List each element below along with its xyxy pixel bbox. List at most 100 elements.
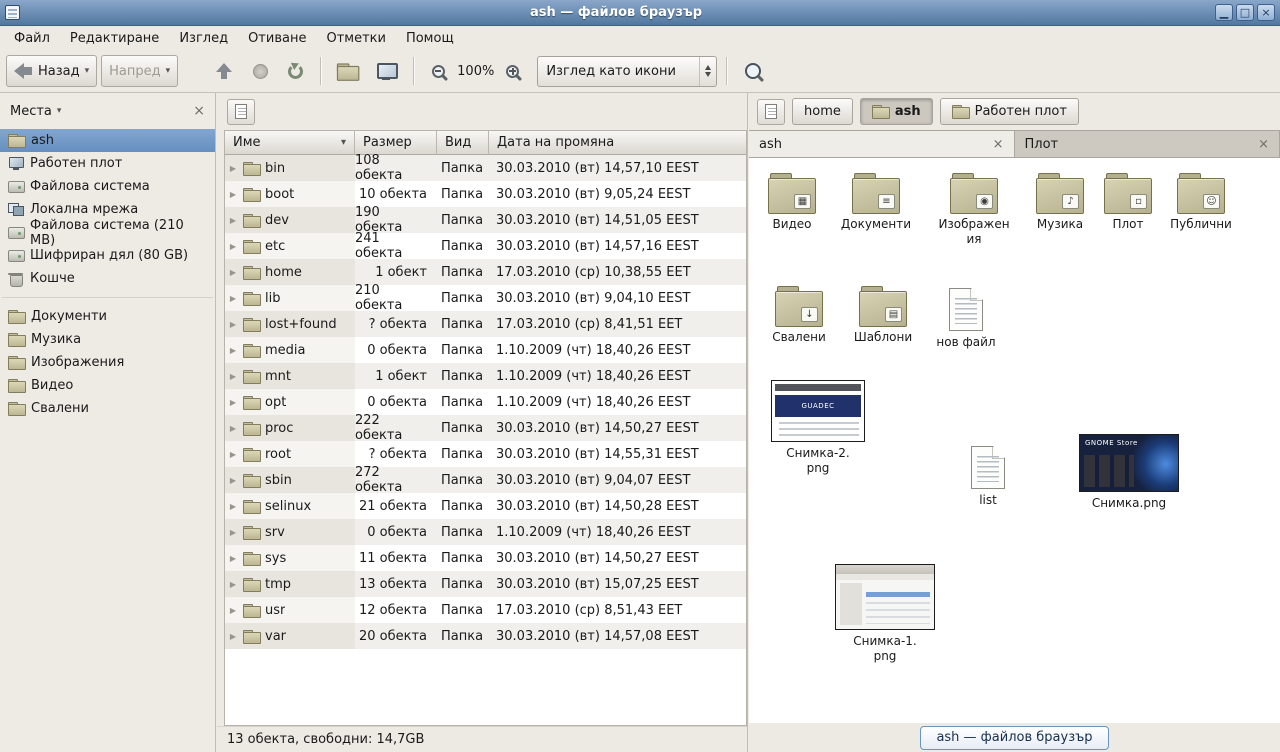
sidebar-title[interactable]: Места: [10, 104, 52, 119]
table-row[interactable]: ▶etc241 обектаПапка30.03.2010 (вт) 14,57…: [225, 233, 746, 259]
column-header[interactable]: Дата на промяна: [489, 131, 746, 155]
close-button[interactable]: ×: [1257, 4, 1275, 21]
sidebar-item[interactable]: Кошче: [0, 267, 215, 290]
table-row[interactable]: ▶mnt1 обектПапка1.10.2009 (чт) 18,40,26 …: [225, 363, 746, 389]
sidebar-close-button[interactable]: ×: [193, 103, 205, 119]
column-header[interactable]: Размер: [355, 131, 437, 155]
icon-item[interactable]: ☺Публични: [1161, 173, 1241, 232]
expander-icon[interactable]: ▶: [228, 398, 238, 407]
table-row[interactable]: ▶srv0 обектаПапка1.10.2009 (чт) 18,40,26…: [225, 519, 746, 545]
table-row[interactable]: ▶selinux21 обектаПапка30.03.2010 (вт) 14…: [225, 493, 746, 519]
icon-item[interactable]: Снимка-1.png: [833, 564, 937, 664]
expander-icon[interactable]: ▶: [228, 294, 238, 303]
expander-icon[interactable]: ▶: [228, 190, 238, 199]
expander-icon[interactable]: ▶: [228, 216, 238, 225]
menu-item[interactable]: Файл: [4, 28, 60, 49]
table-row[interactable]: ▶lost+found? обектаПапка17.03.2010 (ср) …: [225, 311, 746, 337]
table-row[interactable]: ▶var20 обектаПапка30.03.2010 (вт) 14,57,…: [225, 623, 746, 649]
sidebar-item[interactable]: Видео: [0, 374, 215, 397]
pane-location-button[interactable]: [757, 99, 785, 125]
expander-icon[interactable]: ▶: [228, 606, 238, 615]
icon-item[interactable]: ▫Плот: [1088, 173, 1168, 232]
icon-item[interactable]: list: [948, 446, 1028, 508]
menu-item[interactable]: Помощ: [396, 28, 464, 49]
table-row[interactable]: ▶sbin272 обектаПапка30.03.2010 (вт) 9,04…: [225, 467, 746, 493]
sidebar-item[interactable]: Файлова система (210 MB): [0, 221, 215, 244]
expander-icon[interactable]: ▶: [228, 502, 238, 511]
tab-close-icon[interactable]: ×: [1258, 137, 1269, 152]
table-row[interactable]: ▶home1 обектПапка17.03.2010 (ср) 10,38,5…: [225, 259, 746, 285]
expander-icon[interactable]: ▶: [228, 164, 238, 173]
tab[interactable]: ash×: [749, 131, 1015, 157]
date-cell: 17.03.2010 (ср) 8,41,51 EET: [489, 311, 746, 337]
table-row[interactable]: ▶sys11 обектаПапка30.03.2010 (вт) 14,50,…: [225, 545, 746, 571]
table-row[interactable]: ▶usr12 обектаПапка17.03.2010 (ср) 8,51,4…: [225, 597, 746, 623]
expander-icon[interactable]: ▶: [228, 528, 238, 537]
expander-icon[interactable]: ▶: [228, 580, 238, 589]
sidebar-item[interactable]: Изображения: [0, 351, 215, 374]
icon-item[interactable]: нов файл: [926, 288, 1006, 350]
table-row[interactable]: ▶media0 обектаПапка1.10.2009 (чт) 18,40,…: [225, 337, 746, 363]
maximize-button[interactable]: □: [1236, 4, 1254, 21]
icon-item[interactable]: ≡Документи: [836, 173, 916, 232]
expander-icon[interactable]: ▶: [228, 372, 238, 381]
icon-item[interactable]: ▤Шаблони: [843, 286, 923, 345]
computer-button[interactable]: [368, 55, 404, 87]
table-row[interactable]: ▶root? обектаПапка30.03.2010 (вт) 14,55,…: [225, 441, 746, 467]
table-row[interactable]: ▶opt0 обектаПапка1.10.2009 (чт) 18,40,26…: [225, 389, 746, 415]
expander-icon[interactable]: ▶: [228, 476, 238, 485]
tab[interactable]: Плот×: [1015, 131, 1280, 157]
view-mode-select[interactable]: Изглед като икони: [537, 56, 717, 87]
minimize-button[interactable]: ▁: [1215, 4, 1233, 21]
back-button[interactable]: Назад ▾: [6, 55, 97, 87]
search-button[interactable]: [737, 55, 769, 87]
pathbar-button[interactable]: Работен плот: [940, 98, 1079, 125]
pathbar-button[interactable]: home: [792, 98, 853, 125]
table-row[interactable]: ▶dev190 обектаПапка30.03.2010 (вт) 14,51…: [225, 207, 746, 233]
icon-item[interactable]: ↓Свалени: [759, 286, 839, 345]
table-row[interactable]: ▶proc222 обектаПапка30.03.2010 (вт) 14,5…: [225, 415, 746, 441]
reload-button[interactable]: [280, 55, 311, 87]
icon-item[interactable]: ◉Изображения: [934, 173, 1014, 247]
pathbar-button[interactable]: ash: [860, 98, 933, 125]
expander-icon[interactable]: ▶: [228, 268, 238, 277]
table-row[interactable]: ▶tmp13 обектаПапка30.03.2010 (вт) 15,07,…: [225, 571, 746, 597]
zoom-in-button[interactable]: [498, 55, 527, 87]
column-header[interactable]: Вид: [437, 131, 489, 155]
stop-button[interactable]: [245, 55, 276, 87]
expander-icon[interactable]: ▶: [228, 346, 238, 355]
sidebar-item[interactable]: Работен плот: [0, 152, 215, 175]
menu-item[interactable]: Редактиране: [60, 28, 169, 49]
expander-icon[interactable]: ▶: [228, 450, 238, 459]
column-header[interactable]: Име▾: [225, 131, 355, 155]
icon-item[interactable]: GUADECСнимка-2.png: [766, 380, 870, 476]
sidebar-item[interactable]: Документи: [0, 305, 215, 328]
sidebar-item[interactable]: Шифриран дял (80 GB): [0, 244, 215, 267]
home-button[interactable]: [331, 55, 364, 87]
table-row[interactable]: ▶bin108 обектаПапка30.03.2010 (вт) 14,57…: [225, 155, 746, 181]
icon-item[interactable]: GNOME StoreСнимка.png: [1077, 434, 1181, 511]
icon-item[interactable]: ▦Видео: [752, 173, 832, 232]
sidebar-item[interactable]: Файлова система: [0, 175, 215, 198]
sidebar-item[interactable]: Музика: [0, 328, 215, 351]
titlebar[interactable]: ash — файлов браузър ▁ □ ×: [0, 0, 1280, 26]
tab-close-icon[interactable]: ×: [993, 137, 1004, 152]
expander-icon[interactable]: ▶: [228, 632, 238, 641]
expander-icon[interactable]: ▶: [228, 242, 238, 251]
menu-item[interactable]: Отметки: [316, 28, 395, 49]
expander-icon[interactable]: ▶: [228, 554, 238, 563]
zoom-out-button[interactable]: [424, 55, 453, 87]
up-button[interactable]: [208, 55, 241, 87]
window-list-button[interactable]: ash — файлов браузър: [920, 726, 1108, 750]
sidebar-item[interactable]: Свалени: [0, 397, 215, 420]
expander-icon[interactable]: ▶: [228, 320, 238, 329]
table-row[interactable]: ▶boot10 обектаПапка30.03.2010 (вт) 9,05,…: [225, 181, 746, 207]
expander-icon[interactable]: ▶: [228, 424, 238, 433]
forward-button[interactable]: Напред ▾: [101, 55, 178, 87]
menu-item[interactable]: Изглед: [169, 28, 238, 49]
table-row[interactable]: ▶lib210 обектаПапка30.03.2010 (вт) 9,04,…: [225, 285, 746, 311]
menu-item[interactable]: Отиване: [238, 28, 316, 49]
folder-icon: [243, 370, 260, 383]
sidebar-item[interactable]: ash: [0, 129, 215, 152]
notes-button[interactable]: [227, 99, 255, 125]
